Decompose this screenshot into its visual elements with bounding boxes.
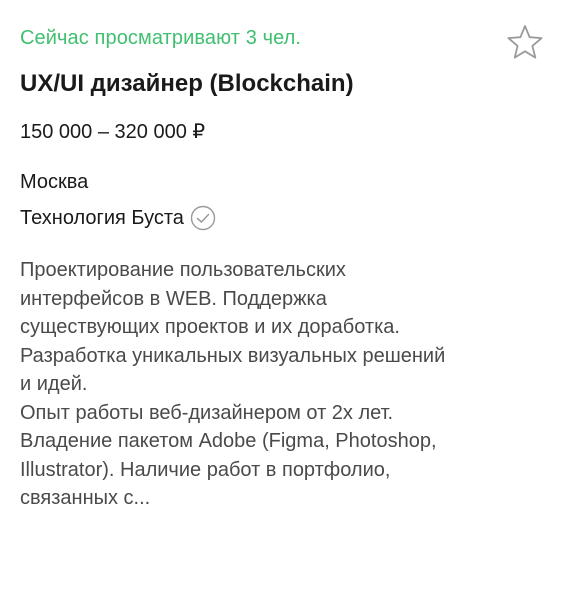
viewers-count-text: Сейчас просматривают 3 чел. xyxy=(20,27,302,49)
company-row: Технология Буста xyxy=(20,204,216,232)
description-line: и идей. xyxy=(20,373,88,395)
vacancy-description: Проектирование пользовательских интерфей… xyxy=(20,256,550,513)
description-line: Illustrator). Наличие работ в портфолио, xyxy=(20,458,391,481)
vacancy-card[interactable]: Сейчас просматривают 3 чел. UX/UI дизайн… xyxy=(0,0,564,594)
company-name[interactable]: Технология Буста xyxy=(20,207,184,230)
vacancy-city: Москва xyxy=(20,171,89,193)
salary-range: 150 000 – 320 000 ₽ xyxy=(20,121,206,143)
check-circle-icon xyxy=(190,205,216,231)
description-line: существующих проектов и их доработка. xyxy=(20,316,400,338)
description-line: Опыт работы веб-дизайнером от 2х лет. xyxy=(20,401,394,424)
favorite-star-icon[interactable] xyxy=(505,22,545,62)
vacancy-title[interactable]: UX/UI дизайнер (Blockchain) xyxy=(20,70,354,98)
description-line: Проектирование пользовательских xyxy=(20,259,346,281)
description-line: Владение пакетом Adobe (Figma, Photoshop… xyxy=(20,430,437,452)
description-line: интерфейсов в WEB. Поддержка xyxy=(20,287,327,310)
description-line: связанных с... xyxy=(20,487,151,509)
description-line: Разработка уникальных визуальных решений xyxy=(20,344,446,367)
